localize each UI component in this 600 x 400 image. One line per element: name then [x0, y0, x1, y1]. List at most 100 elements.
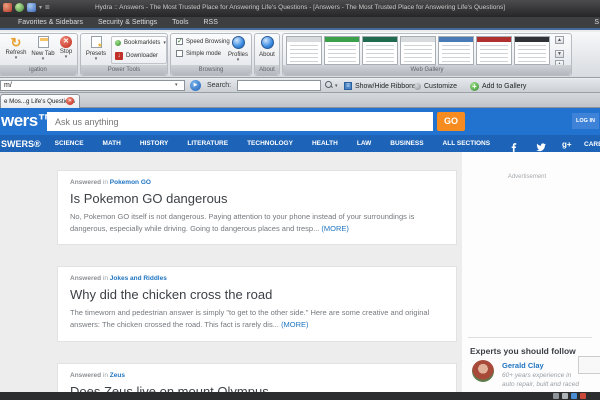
nav-item[interactable]: HEALTH	[312, 140, 338, 147]
power-tools-panel: Bookmarklets ▾ ↓ Downloader	[111, 36, 167, 64]
more-link[interactable]: (MORE)	[281, 320, 309, 329]
chevron-down-icon[interactable]: ▾	[175, 82, 178, 88]
refresh-icon: ↻	[11, 36, 22, 49]
in-label: in	[103, 275, 108, 282]
question-body: No, Pokemon GO itself is not dangerous. …	[70, 211, 444, 234]
menu-item-partial[interactable]: S	[594, 19, 599, 26]
google-plus-icon[interactable]: g+	[562, 140, 572, 149]
scroll-down-icon[interactable]: ▼	[555, 50, 564, 58]
search-label: Search:	[207, 82, 231, 89]
menu-item[interactable]: Tools	[172, 19, 188, 26]
chevron-down-icon[interactable]: ▾	[226, 58, 250, 62]
question-card: Answered in Jokes and Riddles Why did th…	[57, 266, 457, 341]
profiles-button[interactable]: Profiles ▾	[226, 36, 250, 62]
nav-item[interactable]: SCIENCE	[55, 140, 84, 147]
go-navigate-icon[interactable]: ▶	[190, 80, 201, 91]
experts-heading: Experts you should follow	[470, 346, 576, 356]
nav-item[interactable]: LITERATURE	[187, 140, 228, 147]
question-list: Answered in Pokemon GO Is Pokemon GO dan…	[57, 170, 457, 400]
about-button[interactable]: About	[256, 36, 278, 58]
tab-close-icon[interactable]: ✕	[66, 97, 74, 105]
go-button[interactable]: GO	[437, 112, 465, 131]
menu-bar: Favorites & Sidebars Security & Settings T…	[0, 17, 600, 30]
gallery-thumbnail[interactable]	[286, 36, 322, 65]
more-link[interactable]: (MORE)	[321, 224, 349, 233]
nav-logo[interactable]: SWERS®	[1, 139, 41, 149]
in-label: in	[103, 372, 108, 379]
nav-item[interactable]: TECHNOLOGY	[247, 140, 293, 147]
toolbar-search-input[interactable]	[237, 80, 321, 91]
nav-item[interactable]: HISTORY	[140, 140, 169, 147]
nav-item[interactable]: LAW	[357, 140, 371, 147]
menu-items: Favorites & Sidebars Security & Settings T…	[0, 17, 600, 28]
login-button[interactable]: LOG IN	[572, 113, 599, 129]
stop-button[interactable]: ✕ Stop ▾	[56, 36, 76, 59]
status-icon[interactable]	[571, 393, 577, 399]
question-title[interactable]: Is Pokemon GO dangerous	[70, 191, 444, 206]
chevron-down-icon[interactable]: ▾	[83, 57, 109, 61]
speed-browsing-checkbox[interactable]: Speed Browsing	[176, 38, 230, 45]
question-body: The timeworn and pedestrian answer is si…	[70, 307, 444, 330]
menu-item[interactable]: RSS	[203, 19, 217, 26]
nav-item-careers[interactable]: CAREERS	[584, 141, 600, 148]
stop-icon: ✕	[60, 36, 72, 48]
refresh-button[interactable]: ↻ Refresh ▾	[3, 36, 29, 60]
presets-icon	[91, 36, 102, 48]
chevron-down-icon[interactable]: ▾	[3, 56, 29, 60]
url-input[interactable]: m/	[0, 80, 185, 91]
chevron-down-icon[interactable]: ▾	[335, 83, 338, 89]
bookmarklets-button[interactable]: Bookmarklets ▾	[115, 40, 166, 46]
expert-name-link[interactable]: Gerald Clay	[502, 361, 544, 370]
gallery-thumbnail[interactable]	[438, 36, 474, 65]
checkbox-checked-icon[interactable]	[176, 38, 183, 45]
avatar[interactable]	[472, 360, 494, 382]
gallery-scrollbar[interactable]: ▲ ▼ •	[555, 36, 564, 68]
expert-bio: auto repair, built and raced	[502, 381, 597, 388]
answered-label: Answered	[70, 179, 101, 186]
follow-button[interactable]	[578, 356, 600, 374]
status-bar	[0, 392, 600, 400]
chevron-down-icon[interactable]: ▾	[30, 57, 56, 61]
chevron-down-icon[interactable]: ▾	[163, 40, 166, 46]
chevron-down-icon[interactable]: ▾	[56, 55, 76, 59]
customize-button[interactable]: Customize	[414, 80, 457, 92]
question-meta: Answered in Jokes and Riddles	[70, 275, 444, 282]
nav-item[interactable]: MATH	[103, 140, 121, 147]
menu-item[interactable]: Favorites & Sidebars	[18, 19, 83, 26]
ask-question-input[interactable]	[47, 112, 433, 131]
presets-button[interactable]: Presets ▾	[83, 36, 109, 61]
ribbons-icon: ≡	[344, 82, 352, 90]
category-link[interactable]: Jokes and Riddles	[110, 275, 167, 282]
new-tab-icon	[38, 36, 49, 48]
site-nav-bar: SWERS® SCIENCE MATH HISTORY LITERATURE TECHN…	[0, 135, 600, 152]
nav-item[interactable]: BUSINESS	[390, 140, 423, 147]
status-icon[interactable]	[580, 393, 586, 399]
menu-item[interactable]: Security & Settings	[98, 19, 157, 26]
simple-mode-checkbox[interactable]: Simple mode	[176, 50, 221, 57]
address-bar-row: m/ ▾ ▶ Search: ▾ ≡ Show/Hide Ribbons Cus…	[0, 79, 600, 93]
gallery-thumbnail[interactable]	[476, 36, 512, 65]
answered-label: Answered	[70, 275, 101, 282]
add-icon: +	[470, 82, 479, 91]
gallery-thumbnail[interactable]	[514, 36, 550, 65]
search-icon[interactable]	[325, 81, 333, 89]
ribbon-group-power-tools: Presets ▾ Bookmarklets ▾ ↓ Downloader Po…	[80, 33, 168, 76]
ribbon-group-navigation: ↻ Refresh ▾ New Tab ▾ ✕ Stop ▾ igation	[0, 33, 78, 76]
category-link[interactable]: Zeus	[110, 372, 125, 379]
gallery-thumbnail[interactable]	[400, 36, 436, 65]
add-to-gallery-button[interactable]: + Add to Gallery	[470, 80, 526, 92]
gallery-thumbnail[interactable]	[362, 36, 398, 65]
gallery-thumbnail[interactable]	[324, 36, 360, 65]
new-tab-button[interactable]: New Tab ▾	[30, 36, 56, 61]
show-hide-ribbons-button[interactable]: ≡ Show/Hide Ribbons	[344, 80, 416, 92]
downloader-button[interactable]: ↓ Downloader	[115, 52, 158, 60]
ribbon-group-about: About About	[254, 33, 280, 76]
scroll-up-icon[interactable]: ▲	[555, 36, 564, 44]
question-title[interactable]: Why did the chicken cross the road	[70, 287, 444, 302]
globe-icon	[261, 36, 274, 49]
checkbox-icon[interactable]	[176, 50, 183, 57]
status-icon[interactable]	[562, 393, 568, 399]
status-icon[interactable]	[553, 393, 559, 399]
category-link[interactable]: Pokemon GO	[110, 179, 151, 186]
nav-item[interactable]: ALL SECTIONS	[443, 140, 491, 147]
